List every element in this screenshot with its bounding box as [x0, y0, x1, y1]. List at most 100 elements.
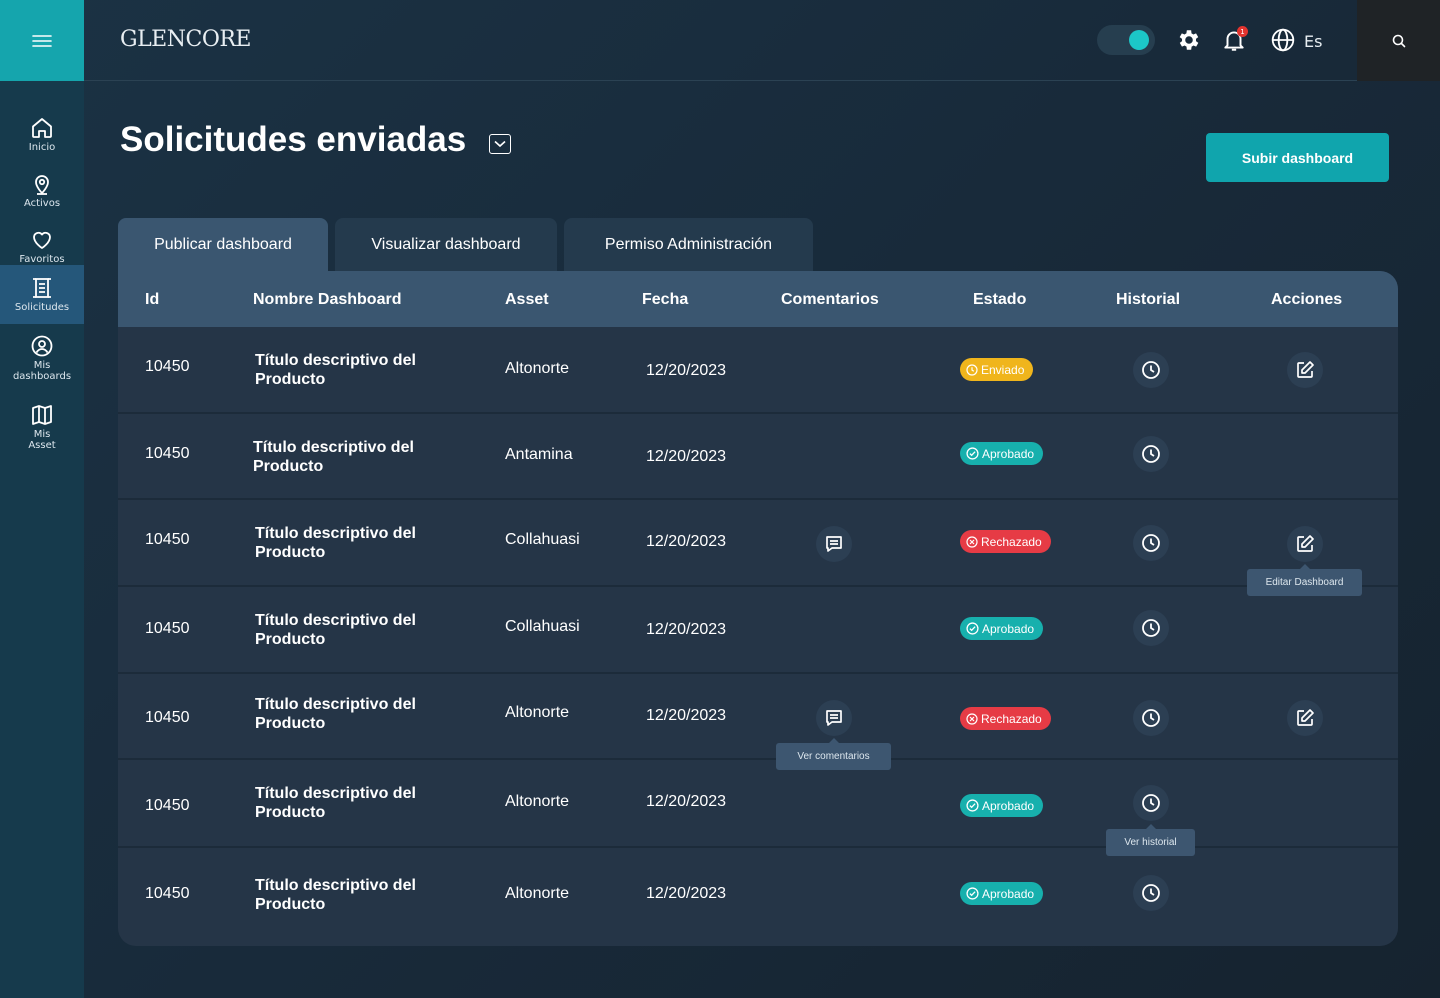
- history-button[interactable]: [1133, 436, 1169, 472]
- search-icon: [1392, 34, 1405, 47]
- column-header-estado: Estado: [973, 291, 1027, 308]
- status-label: Aprobado: [982, 798, 1035, 813]
- edit-dashboard-tooltip: Editar Dashboard: [1247, 564, 1362, 596]
- row-asset: Collahuasi: [505, 531, 580, 548]
- column-header-id: Id: [145, 291, 160, 308]
- tab-visualizar-dashboard[interactable]: Visualizar dashboard: [335, 218, 557, 271]
- column-header-comentarios: Comentarios: [781, 291, 879, 308]
- history-clock-icon: [1142, 884, 1160, 902]
- table-row: 10450 Título descriptivo del Producto An…: [118, 413, 1398, 500]
- history-button[interactable]: [1133, 610, 1169, 646]
- sidebar-item-label: Mis Asset: [28, 429, 56, 451]
- history-button[interactable]: [1133, 525, 1169, 561]
- settings-button[interactable]: [1175, 26, 1203, 54]
- status-label: Aprobado: [982, 621, 1035, 636]
- edit-dashboard-button[interactable]: [1287, 700, 1323, 736]
- comments-button[interactable]: [816, 700, 852, 736]
- page-title: Solicitudes enviadas: [120, 120, 467, 159]
- table-row: 10450 Título descriptivo del Producto Al…: [118, 673, 1398, 760]
- row-asset: Collahuasi: [505, 618, 580, 635]
- table-row: 10450 Título descriptivo del Producto Al…: [118, 848, 1398, 935]
- check-circle-icon: [966, 622, 979, 635]
- sidebar-item-activos[interactable]: Activos: [0, 161, 84, 219]
- row-date: 12/20/2023: [646, 885, 727, 902]
- row-dashboard-name: Título descriptivo del Producto: [255, 785, 416, 821]
- sidebar-item-mis-dashboards[interactable]: Mis dashboards: [0, 329, 84, 387]
- status-label: Aprobado: [982, 886, 1035, 901]
- row-id: 10450: [145, 358, 190, 375]
- toggle-knob: [1129, 30, 1149, 50]
- requests-table: Id Nombre Dashboard Asset Fecha Comentar…: [118, 271, 1398, 946]
- row-date: 12/20/2023: [646, 707, 727, 724]
- row-dashboard-name: Título descriptivo del Producto: [255, 525, 416, 561]
- row-id: 10450: [145, 620, 190, 637]
- history-clock-icon: [1142, 445, 1160, 463]
- notifications-button[interactable]: 1: [1220, 26, 1248, 54]
- row-date: 12/20/2023: [646, 448, 727, 465]
- row-date: 12/20/2023: [646, 533, 727, 550]
- row-id: 10450: [145, 885, 190, 902]
- row-dashboard-name: Título descriptivo del Producto: [255, 352, 416, 388]
- sidebar-item-label: Mis dashboards: [12, 360, 72, 382]
- comment-icon: [826, 536, 842, 552]
- history-button[interactable]: [1133, 785, 1169, 821]
- theme-toggle[interactable]: [1097, 25, 1155, 55]
- edit-dashboard-button[interactable]: [1287, 352, 1323, 388]
- language-label[interactable]: Es: [1304, 32, 1322, 51]
- notification-badge: 1: [1237, 26, 1248, 37]
- language-button[interactable]: [1269, 26, 1297, 54]
- check-circle-icon: [966, 799, 979, 812]
- status-badge: Rechazado: [960, 707, 1051, 730]
- tab-permiso-administracion[interactable]: Permiso Administración: [564, 218, 813, 271]
- history-clock-icon: [1142, 534, 1160, 552]
- search-button[interactable]: [1357, 0, 1440, 81]
- history-button[interactable]: [1133, 352, 1169, 388]
- column-header-historial: Historial: [1116, 291, 1181, 308]
- comments-button[interactable]: [816, 526, 852, 562]
- hamburger-menu-button[interactable]: [0, 0, 84, 81]
- history-button[interactable]: [1133, 875, 1169, 911]
- edit-icon: [1297, 535, 1314, 552]
- comment-icon: [826, 710, 842, 726]
- row-id: 10450: [145, 709, 190, 726]
- table-row: 10450 Título descriptivo del Producto Al…: [118, 761, 1398, 848]
- sidebar: Inicio Activos Favoritos Solicitudes Mis…: [0, 0, 84, 998]
- status-label: Rechazado: [981, 711, 1042, 726]
- sidebar-item-label: Inicio: [28, 141, 56, 153]
- edit-icon: [1297, 709, 1314, 726]
- location-pin-icon: [35, 174, 49, 195]
- heart-icon: [33, 231, 51, 249]
- sidebar-item-mis-asset[interactable]: Mis Asset: [0, 398, 84, 456]
- row-id: 10450: [145, 797, 190, 814]
- map-icon: [32, 405, 52, 425]
- row-dashboard-name: Título descriptivo del Producto: [255, 696, 416, 732]
- sidebar-item-label: Favoritos: [19, 253, 65, 265]
- edit-dashboard-button[interactable]: [1287, 526, 1323, 562]
- row-date: 12/20/2023: [646, 621, 727, 638]
- upload-dashboard-button[interactable]: Subir dashboard: [1206, 133, 1389, 182]
- hamburger-icon: [32, 34, 52, 47]
- status-badge: Aprobado: [960, 442, 1044, 465]
- top-header: GLENCORE 1 Es: [84, 0, 1440, 81]
- sidebar-item-solicitudes[interactable]: Solicitudes: [0, 265, 84, 324]
- tab-publicar-dashboard[interactable]: Publicar dashboard: [118, 218, 328, 271]
- title-dropdown-button[interactable]: [489, 134, 511, 154]
- glencore-logo: GLENCORE: [120, 27, 252, 52]
- row-date: 12/20/2023: [646, 362, 727, 379]
- table-row: 10450 Título descriptivo del Producto Co…: [118, 500, 1398, 587]
- table-row: 10450 Título descriptivo del Producto Co…: [118, 587, 1398, 674]
- history-clock-icon: [1142, 794, 1160, 812]
- row-date: 12/20/2023: [646, 793, 727, 810]
- row-id: 10450: [145, 445, 190, 462]
- edit-icon: [1297, 361, 1314, 378]
- check-circle-icon: [966, 887, 979, 900]
- status-badge: Enviado: [960, 358, 1034, 381]
- history-button[interactable]: [1133, 700, 1169, 736]
- column-header-fecha: Fecha: [642, 291, 689, 308]
- table-row: 10450 Título descriptivo del Producto Al…: [118, 327, 1398, 414]
- sidebar-item-inicio[interactable]: Inicio: [0, 105, 84, 163]
- sidebar-item-label: Solicitudes: [14, 302, 70, 313]
- status-badge: Aprobado: [960, 794, 1044, 817]
- status-badge: Aprobado: [960, 882, 1044, 905]
- globe-icon: [1271, 28, 1295, 52]
